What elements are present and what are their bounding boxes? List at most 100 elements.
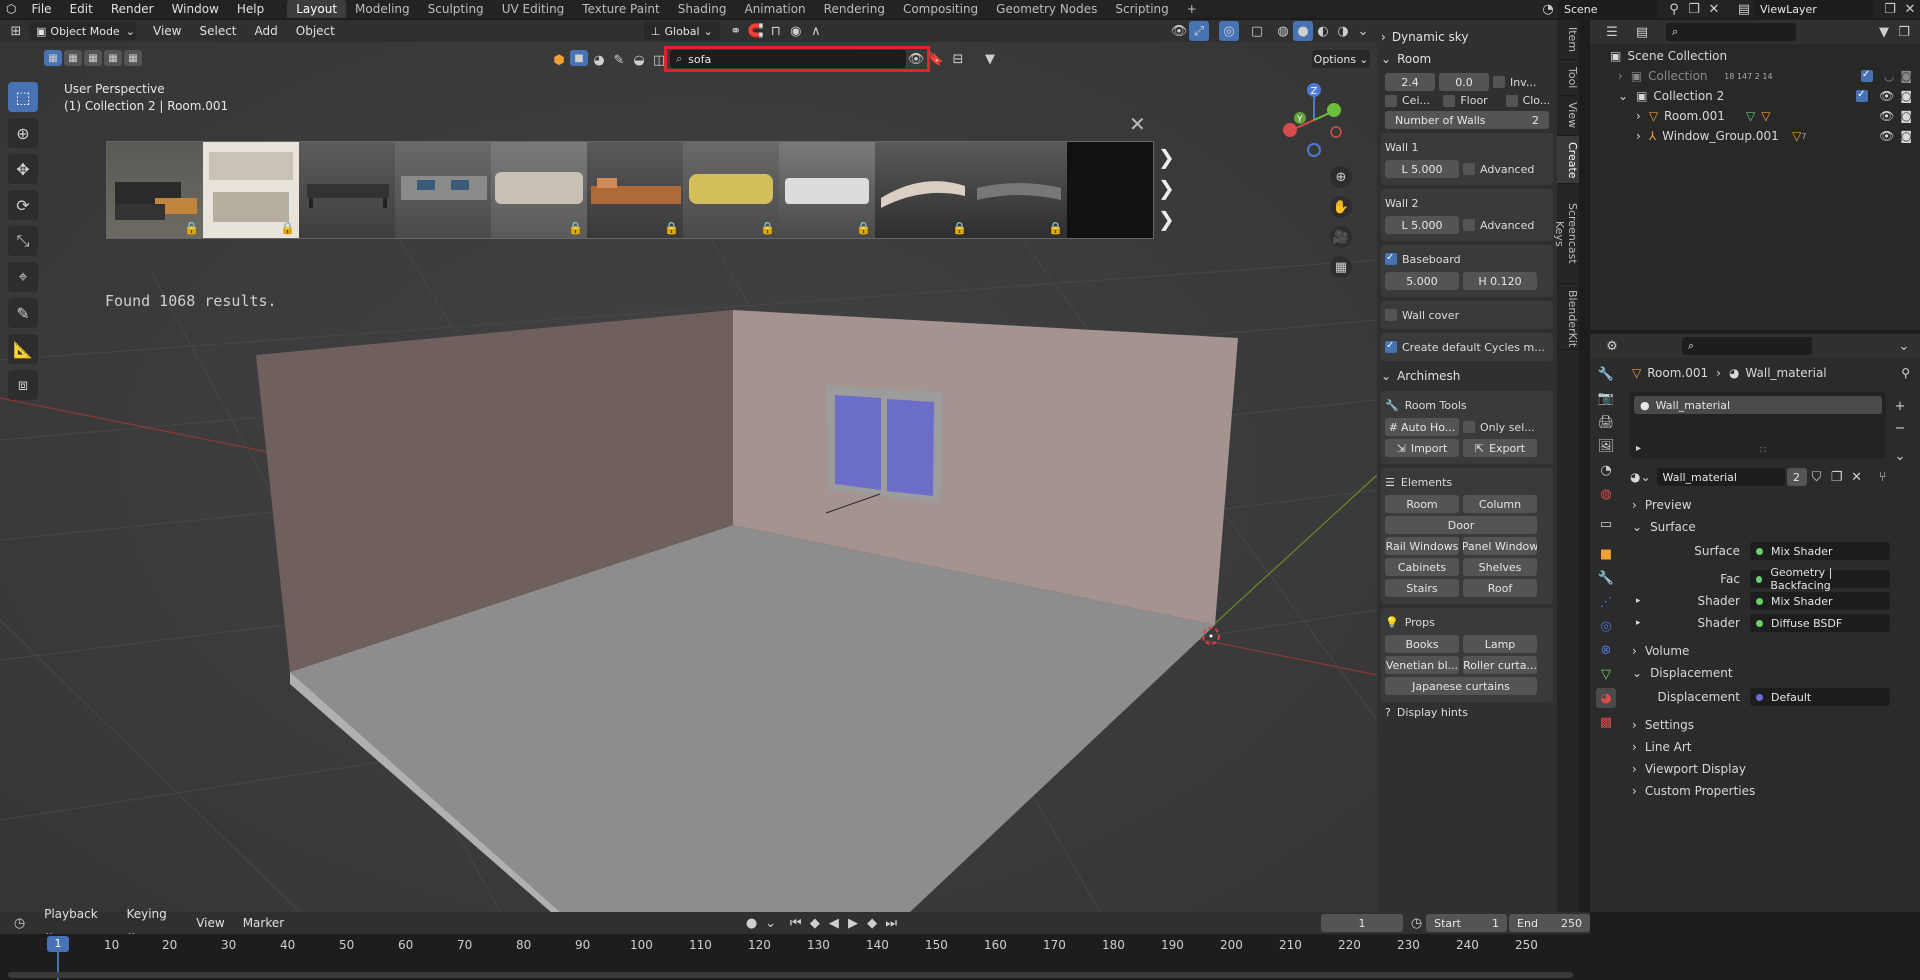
asset-thumbnail[interactable] [299, 142, 395, 238]
select-extend-icon[interactable]: ▦ [64, 50, 82, 66]
asset-thumbnail[interactable]: 🔒 [203, 142, 299, 238]
outliner-row-collection-2[interactable]: ⌄▣Collection 2 👁◙ [1590, 86, 1920, 106]
filter-icon[interactable]: ▼ [980, 49, 1000, 69]
grid-view-icon[interactable]: ▦ [1330, 256, 1352, 278]
room-height-field[interactable]: 2.4 [1385, 73, 1435, 91]
create-default-cycles-checkbox[interactable]: Create default Cycles m... [1385, 337, 1549, 357]
move-tool-icon[interactable]: ✥ [8, 154, 38, 184]
menu-view[interactable]: View [187, 914, 233, 932]
shading-wireframe-icon[interactable]: ◍ [1273, 21, 1293, 41]
viewlayer-field[interactable]: ViewLayer [1754, 0, 1874, 18]
outliner-row-window-group[interactable]: › ⅄ Window_Group.001 ▽ 7 👁 ◙ [1590, 126, 1920, 146]
shading-solid-icon[interactable]: ● [1293, 21, 1313, 41]
viewlayer-icon[interactable]: ▤ [1734, 0, 1754, 19]
workspace-tab-uv-editing[interactable]: UV Editing [493, 0, 574, 18]
editor-type-icon[interactable]: ⚙ [1602, 336, 1622, 356]
shading-rendered-icon[interactable]: ◑ [1333, 21, 1353, 41]
play-reverse-icon[interactable]: ◀ [824, 913, 843, 933]
sort-icon[interactable]: ⊟ [948, 49, 968, 69]
modifier-props-icon[interactable]: 🔧 [1596, 568, 1616, 588]
eye-icon[interactable]: 👁 [906, 49, 926, 69]
asset-thumbnail[interactable]: 🔒 [683, 142, 779, 238]
duplicate-material-icon[interactable]: ❐ [1827, 467, 1847, 487]
start-frame-field[interactable]: Start 1 [1426, 914, 1508, 932]
camera-icon[interactable]: 🎥 [1330, 226, 1352, 248]
record-icon[interactable]: ● [742, 913, 761, 933]
pivot-icon[interactable]: ⚭ [726, 21, 746, 41]
end-frame-field[interactable]: End 250 [1509, 914, 1590, 932]
eye-icon[interactable]: 👁 [1879, 109, 1894, 123]
user-count-button[interactable]: 2 [1786, 468, 1807, 486]
column-button[interactable]: Column [1463, 495, 1537, 513]
baseboard-height-field[interactable]: H 0.120 [1463, 272, 1537, 290]
snap-target-icon[interactable]: ⊓ [766, 21, 786, 41]
menu-object[interactable]: Object [287, 22, 344, 40]
unlink-material-icon[interactable]: ✕ [1847, 467, 1867, 487]
panel-displacement[interactable]: ⌄ Displacement [1626, 662, 1916, 684]
texture-props-icon[interactable]: ▩ [1596, 712, 1616, 732]
floor-checkbox[interactable]: Floor [1443, 94, 1501, 107]
rail-windows-button[interactable]: Rail Windows [1385, 537, 1459, 555]
measure-tool-icon[interactable]: 📐 [8, 334, 38, 364]
menu-file[interactable]: File [22, 0, 60, 18]
timeline-scrollbar[interactable] [8, 972, 1573, 978]
room-offset-field[interactable]: 0.0 [1439, 73, 1489, 91]
japanese-curtains-button[interactable]: Japanese curtains [1385, 677, 1537, 695]
play-icon[interactable]: ▶ [843, 913, 862, 933]
shelves-button[interactable]: Shelves [1463, 558, 1537, 576]
properties-search-input[interactable]: ⌕ [1682, 337, 1812, 355]
display-mode-icon[interactable]: ▤ [1632, 22, 1652, 42]
asset-hdr-icon[interactable]: ◒ [630, 50, 648, 70]
options-button[interactable]: Options ⌄ [1312, 50, 1370, 68]
particles-props-icon[interactable]: ⋰ [1596, 592, 1616, 612]
playhead-marker[interactable]: 1 [47, 936, 69, 952]
blenderkit-search-input[interactable]: ⌕ sofa [670, 50, 906, 68]
select-invert-icon[interactable]: ▦ [104, 50, 122, 66]
collection-props-icon[interactable]: ▭ [1596, 514, 1616, 534]
eye-icon[interactable]: 👁 [1879, 129, 1894, 143]
chevron-down-icon[interactable]: ⌄ [1894, 336, 1914, 356]
eye-icon[interactable]: 👁 [1879, 89, 1894, 103]
delete-scene-icon[interactable]: ✕ [1704, 0, 1724, 19]
tab-screencast-keys[interactable]: Screencast Keys [1553, 184, 1579, 284]
transform-orientation-dropdown[interactable]: ⊥ Global ⌄ [643, 22, 720, 40]
panel-preview[interactable]: › Preview [1626, 494, 1916, 516]
roller-curtains-button[interactable]: Roller curta... [1463, 656, 1537, 674]
scale-tool-icon[interactable]: ⤡ [8, 226, 38, 256]
node-link-icon[interactable]: ⑂ [1873, 467, 1893, 487]
baseboard-width-field[interactable]: 5.000 [1385, 272, 1459, 290]
asset-thumbnail[interactable]: 🔒 [779, 142, 875, 238]
shader1-input-field[interactable]: Mix Shader [1750, 592, 1890, 610]
select-subtract-icon[interactable]: ▦ [84, 50, 102, 66]
pin-icon[interactable]: ⚲ [1664, 0, 1684, 19]
shading-options-icon[interactable]: ⌄ [1353, 21, 1373, 41]
venetian-blinds-button[interactable]: Venetian bl... [1385, 656, 1459, 674]
transform-tool-icon[interactable]: ⌖ [8, 262, 38, 292]
object-props-icon[interactable]: ■ [1596, 544, 1616, 564]
constraints-props-icon[interactable]: ⊗ [1596, 640, 1616, 660]
blenderkit-logo-icon[interactable]: ⬢ [550, 50, 568, 70]
rotate-tool-icon[interactable]: ⟳ [8, 190, 38, 220]
select-tool-icon[interactable]: ⬚ [8, 82, 38, 112]
tab-create[interactable]: Create [1557, 136, 1579, 184]
displacement-input-field[interactable]: Default [1750, 688, 1890, 706]
cursor-tool-icon[interactable]: ⊕ [8, 118, 38, 148]
proportional-edit-icon[interactable]: ◉ [786, 21, 806, 41]
workspace-tab-rendering[interactable]: Rendering [815, 0, 894, 18]
jump-end-icon[interactable]: ⏭ [882, 913, 901, 933]
delete-viewlayer-icon[interactable]: ✕ [1900, 0, 1920, 19]
cabinets-button[interactable]: Cabinets [1385, 558, 1459, 576]
bookmark-icon[interactable]: 🔖 [926, 49, 946, 69]
outliner-row-collection[interactable]: ›▣Collection 18 147 2 14 ◡◙ [1590, 66, 1920, 86]
new-scene-icon[interactable]: ❐ [1684, 0, 1704, 19]
ceiling-checkbox[interactable]: Cei... [1385, 94, 1439, 107]
shader2-input-field[interactable]: Diffuse BSDF [1750, 614, 1890, 632]
roof-button[interactable]: Roof [1463, 579, 1537, 597]
new-collection-icon[interactable]: ❐ [1894, 22, 1914, 42]
material-slot-list[interactable]: ● Wall_material ▸ ∷ [1630, 392, 1886, 458]
mode-dropdown[interactable]: ▣ Object Mode ⌄ [30, 22, 136, 40]
new-viewlayer-icon[interactable]: ❐ [1880, 0, 1900, 19]
panel-archimesh[interactable]: ⌄ Archimesh [1377, 365, 1557, 387]
timeline-ruler[interactable]: 1 10 20 30 40 50 60 70 80 90 100 110 120… [0, 934, 1590, 980]
asset-model-icon[interactable]: ■ [570, 50, 588, 66]
